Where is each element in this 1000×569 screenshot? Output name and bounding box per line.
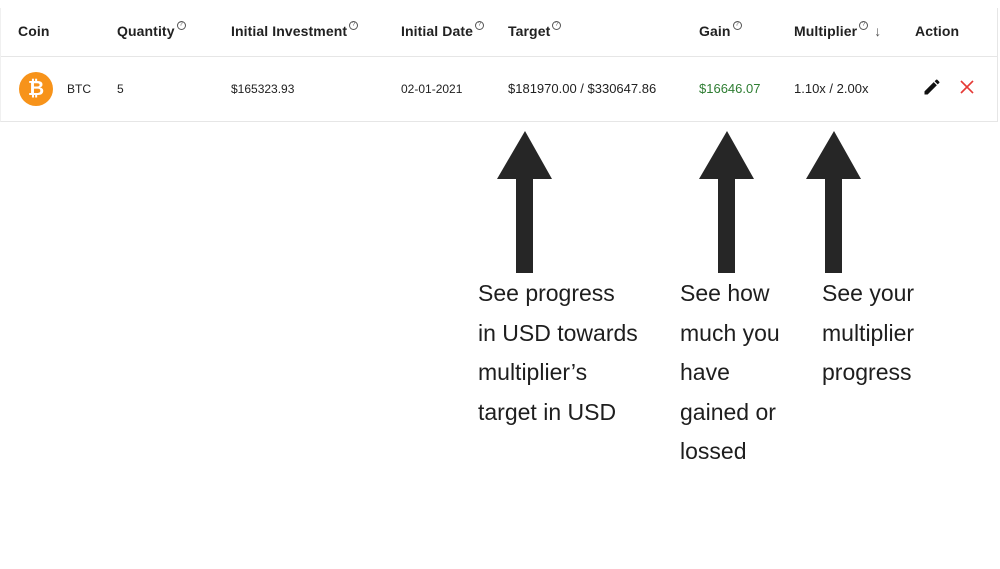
portfolio-table: Coin Quantity? Initial Investment? Initi… <box>0 8 998 122</box>
gain-cell: $16646.07 <box>699 81 761 96</box>
annotation-line: progress <box>822 359 912 385</box>
help-icon[interactable]: ? <box>176 21 186 30</box>
edit-button[interactable] <box>922 77 942 97</box>
quantity-cell: 5 <box>117 82 124 96</box>
table-header-row: Coin Quantity? Initial Investment? Initi… <box>1 8 997 57</box>
header-multiplier[interactable]: Multiplier? ↓ <box>794 21 881 39</box>
annotation-line: much you <box>680 319 780 346</box>
annotation-line: target in USD <box>478 398 617 425</box>
arrow-up-icon <box>699 131 754 273</box>
arrow-up-icon <box>497 131 552 273</box>
annotation-line: lossed <box>680 438 747 464</box>
target-cell: $181970.00 / $330647.86 <box>508 81 657 96</box>
annotation-line: multiplier’s <box>478 359 588 385</box>
gain-annotation: See how much you have gained or lossed <box>680 274 780 472</box>
header-action: Action <box>915 23 960 39</box>
initial-date-cell: 02-01-2021 <box>401 82 463 96</box>
bitcoin-icon: ₿ <box>19 72 53 106</box>
target-annotation: See progress in USD towards multiplier’s… <box>478 274 638 432</box>
annotation-line: See how <box>680 280 770 306</box>
table-row: ₿ BTC 5 $165323.93 02-01-2021 $181970.00… <box>1 57 997 121</box>
annotation-line: See your <box>822 280 915 306</box>
help-icon[interactable]: ? <box>475 21 484 30</box>
coin-symbol: BTC <box>67 82 91 96</box>
annotation-line: gained or <box>680 398 776 425</box>
header-coin[interactable]: Coin <box>18 23 50 39</box>
initial-investment-cell: $165323.93 <box>231 82 295 96</box>
multiplier-annotation: See your multiplier progress <box>822 274 914 393</box>
screenshot-stage: Coin Quantity? Initial Investment? Initi… <box>0 0 1000 569</box>
help-icon[interactable]: ? <box>349 21 359 30</box>
arrow-up-icon <box>806 131 861 273</box>
help-icon[interactable]: ? <box>859 21 869 30</box>
header-initial-date[interactable]: Initial Date? <box>401 21 484 39</box>
help-icon[interactable]: ? <box>552 21 562 30</box>
annotation-line: See progress <box>478 280 615 306</box>
multiplier-cell: 1.10x / 2.00x <box>794 81 869 96</box>
header-quantity[interactable]: Quantity? <box>117 21 186 39</box>
annotation-line: in USD towards <box>478 319 638 346</box>
header-target[interactable]: Target? <box>508 21 562 39</box>
annotation-line: have <box>680 359 730 385</box>
delete-button[interactable] <box>957 77 977 97</box>
annotation-line: multiplier <box>822 319 915 346</box>
arrow-down-icon[interactable]: ↓ <box>874 23 881 39</box>
help-icon[interactable]: ? <box>732 21 742 30</box>
pencil-icon <box>924 79 940 95</box>
header-gain[interactable]: Gain? <box>699 21 742 39</box>
close-icon <box>960 80 974 94</box>
header-initial-investment[interactable]: Initial Investment? <box>231 21 359 39</box>
